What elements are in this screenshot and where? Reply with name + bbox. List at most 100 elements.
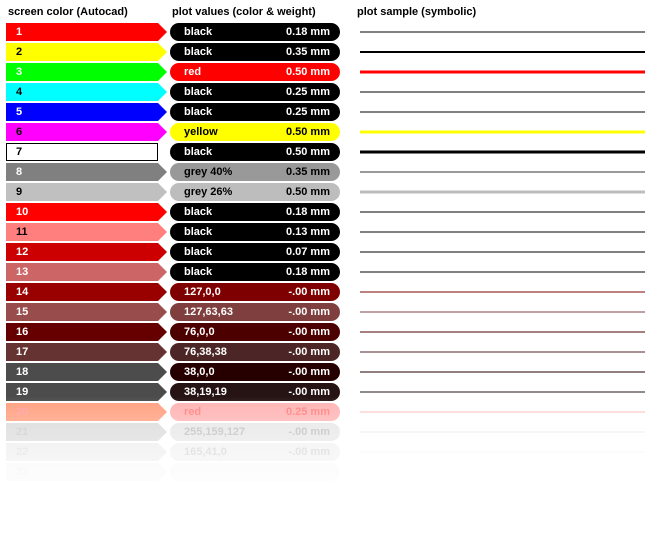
plot-sample (360, 183, 655, 201)
plot-value-pill: black0.25 mm (170, 103, 340, 121)
plot-sample-line (360, 371, 645, 372)
plot-weight-label: -.00 mm (288, 426, 330, 438)
screen-color-index: 15 (16, 306, 28, 318)
screen-color-index: 18 (16, 366, 28, 378)
screen-color-index: 19 (16, 386, 28, 398)
table-row: 19 38,19,19-.00 mm (6, 382, 655, 401)
screen-color-swatch: 23 (6, 463, 158, 481)
table-row: 14 127,0,0-.00 mm (6, 282, 655, 301)
plot-sample (360, 263, 655, 281)
screen-color-swatch: 8 (6, 163, 158, 181)
plot-value-pill: black0.18 mm (170, 203, 340, 221)
plot-weight-label: 0.25 mm (286, 406, 330, 418)
screen-color-swatch: 12 (6, 243, 158, 261)
plot-color-label: black (184, 206, 212, 218)
plot-sample (360, 43, 655, 61)
table-row: 22165,41,0-.00 mm (6, 442, 655, 461)
plot-color-label: grey 40% (184, 166, 232, 178)
column-headers: screen color (Autocad) plot values (colo… (6, 6, 655, 18)
table-row: 7black0.50 mm (6, 142, 655, 161)
plot-value-pill: red0.50 mm (170, 63, 340, 81)
plot-value-pill: 127,0,0-.00 mm (170, 283, 340, 301)
plot-weight-label: 0.18 mm (286, 266, 330, 278)
plot-color-label: yellow (184, 126, 218, 138)
plot-value-pill: black 0.18 mm (170, 263, 340, 281)
plot-weight-label: 0.35 mm (286, 46, 330, 58)
plot-color-label: black (184, 246, 212, 258)
table-row: 4black0.25 mm (6, 82, 655, 101)
plot-value-pill: 76,0,0 -.00 mm (170, 323, 340, 341)
screen-color-swatch: 6 (6, 123, 158, 141)
plot-color-label: black (184, 266, 212, 278)
plot-color-label: black (184, 26, 212, 38)
table-row: 11black0.13 mm (6, 222, 655, 241)
plot-value-pill: 76,38,38 -.00 mm (170, 343, 340, 361)
plot-weight-label: 0.50 mm (286, 186, 330, 198)
plot-color-label: 255,159,127 (184, 426, 245, 438)
plot-value-pill: grey 26%0.50 mm (170, 183, 340, 201)
screen-color-swatch: 21 (6, 423, 158, 441)
plot-color-label: black (184, 146, 212, 158)
screen-color-index: 20 (16, 406, 28, 418)
plot-sample (360, 323, 655, 341)
plot-sample (360, 23, 655, 41)
screen-color-index: 17 (16, 346, 28, 358)
plot-sample-line (360, 231, 645, 232)
plot-sample-line (360, 431, 645, 432)
plot-sample-line (360, 171, 645, 173)
plot-color-label: red (184, 406, 201, 418)
table-row: 13black0.18 mm (6, 262, 655, 281)
plot-color-label: 76,38,38 (184, 346, 227, 358)
screen-color-swatch: 2 (6, 43, 158, 61)
plot-sample (360, 143, 655, 161)
plot-value-pill: black0.18 mm (170, 23, 340, 41)
header-plot-sample: plot sample (symbolic) (357, 6, 476, 18)
screen-color-index: 16 (16, 326, 28, 338)
plot-sample-line (360, 190, 645, 193)
plot-color-label: 127,0,0 (184, 286, 221, 298)
plot-weight-label: 0.25 mm (286, 86, 330, 98)
plot-value-pill: black0.07 mm (170, 243, 340, 261)
plot-color-label: 76,0,0 (184, 326, 215, 338)
screen-color-swatch: 18 (6, 363, 158, 381)
plot-value-pill: 38,19,19-.00 mm (170, 383, 340, 401)
screen-color-index: 2 (16, 46, 22, 58)
screen-color-swatch: 10 (6, 203, 158, 221)
plot-value-pill: 127,63,63-.00 mm (170, 303, 340, 321)
screen-color-swatch: 1 (6, 23, 158, 41)
plot-weight-label: -.00 mm (288, 386, 330, 398)
plot-sample (360, 243, 655, 261)
plot-sample-line (360, 411, 645, 412)
table-row: 12 black0.07 mm (6, 242, 655, 261)
plot-weight-label: 0.35 mm (286, 166, 330, 178)
screen-color-index: 4 (16, 86, 22, 98)
plot-sample (360, 123, 655, 141)
screen-color-index: 5 (16, 106, 22, 118)
screen-color-swatch: 20 (6, 403, 158, 421)
screen-color-index: 10 (16, 206, 28, 218)
plot-sample (360, 283, 655, 301)
plot-sample-line (360, 351, 645, 352)
plot-sample-line (360, 111, 645, 112)
table-row: 10 black0.18 mm (6, 202, 655, 221)
plot-sample (360, 63, 655, 81)
plot-weight-label: -.00 mm (288, 326, 330, 338)
plot-sample-line (360, 471, 645, 472)
plot-color-label: red (184, 66, 201, 78)
plot-weight-label: -.00 mm (288, 306, 330, 318)
table-row: 2black0.35 mm (6, 42, 655, 61)
screen-color-swatch: 14 (6, 283, 158, 301)
table-row: 1838,0,0-.00 mm (6, 362, 655, 381)
table-row: 9grey 26%0.50 mm (6, 182, 655, 201)
plot-value-pill (170, 463, 340, 481)
plot-value-pill: 255,159,127 -.00 mm (170, 423, 340, 441)
plot-weight-label: -.00 mm (288, 346, 330, 358)
plot-sample (360, 463, 655, 481)
plot-sample (360, 443, 655, 461)
header-plot-values: plot values (color & weight) (172, 6, 357, 18)
table-row: 3red0.50 mm (6, 62, 655, 81)
screen-color-index: 12 (16, 246, 28, 258)
table-row: 5 black0.25 mm (6, 102, 655, 121)
plot-sample-line (360, 91, 645, 92)
screen-color-swatch: 15 (6, 303, 158, 321)
